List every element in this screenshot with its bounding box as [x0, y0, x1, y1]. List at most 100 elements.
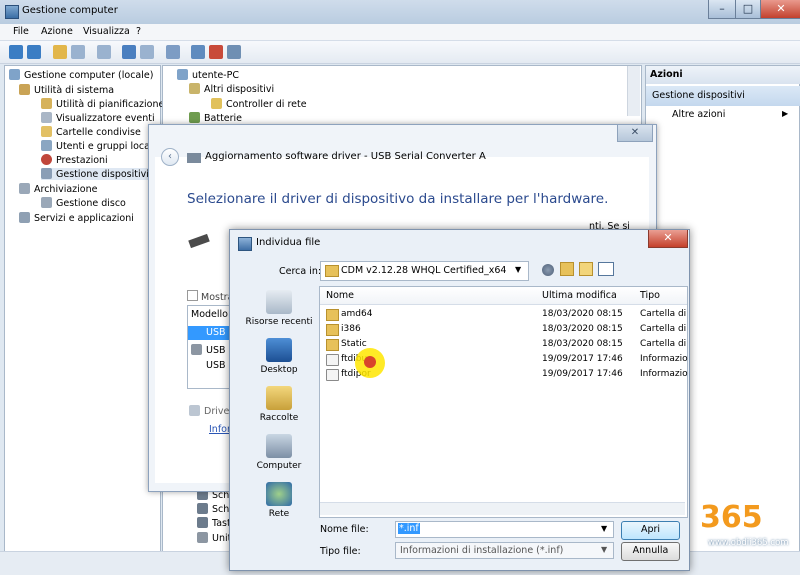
menu-help[interactable]: ? [136, 26, 141, 37]
shared-folder-icon [41, 126, 52, 137]
title-bar: Gestione computer – □ ✕ [0, 0, 800, 24]
keyboard-icon [197, 517, 208, 528]
users-icon [41, 140, 52, 151]
tree-item-shared-folders[interactable]: Cartelle condivise [41, 126, 141, 138]
menu-bar: File Azione Visualizza ? [0, 24, 800, 41]
place-desktop[interactable]: Desktop [238, 338, 320, 375]
close-button[interactable]: ✕ [760, 0, 800, 19]
properties-icon[interactable] [97, 45, 111, 59]
network-icon [266, 482, 292, 506]
click-indicator-icon [364, 356, 376, 368]
place-recent[interactable]: Risorse recenti [238, 290, 320, 327]
more-actions-item[interactable]: Altre azioni [672, 109, 725, 120]
horizontal-scrollbar[interactable] [320, 502, 685, 515]
menu-visualizza[interactable]: Visualizza [83, 26, 130, 37]
clock-icon [41, 98, 52, 109]
actions-device-manager[interactable]: Gestione dispositivi [646, 86, 800, 106]
navigation-tree: Gestione computer (locale) Utilità di si… [4, 65, 164, 552]
place-libraries[interactable]: Raccolte [238, 386, 320, 423]
maximize-button[interactable]: □ [735, 0, 761, 19]
chevron-down-icon: ▼ [515, 265, 522, 274]
tree-item-local-users[interactable]: Utenti e gruppi locali [41, 140, 155, 152]
device-tree-batteries[interactable]: Batterie [189, 112, 242, 124]
file-row[interactable]: i386 18/03/2020 08:15 Cartella di [320, 322, 687, 337]
logo-text: 365 [700, 500, 763, 535]
uninstall-icon[interactable] [209, 45, 223, 59]
file-row[interactable]: amd64 18/03/2020 08:15 Cartella di [320, 307, 687, 322]
file-name-label: Nome file: [320, 524, 369, 535]
up-folder-icon[interactable] [53, 45, 67, 59]
chevron-down-icon[interactable]: ▼ [601, 524, 607, 533]
tree-item-performance[interactable]: Prestazioni [41, 154, 108, 166]
tree-item-storage[interactable]: Archiviazione [19, 183, 97, 195]
tree-item-computer-management[interactable]: Gestione computer (locale) [9, 69, 153, 81]
help-icon[interactable] [122, 45, 136, 59]
device-icon [197, 503, 208, 514]
tree-item-device-manager[interactable]: Gestione dispositivi [41, 168, 149, 180]
file-name-value: *.inf [398, 523, 420, 534]
place-network[interactable]: Rete [238, 482, 320, 519]
cancel-button[interactable]: Annulla [621, 542, 680, 561]
performance-icon [41, 154, 52, 165]
device-tree-root[interactable]: utente-PC [177, 69, 239, 81]
inf-file-icon [326, 369, 339, 381]
column-modified[interactable]: Ultima modifica [542, 290, 617, 301]
wizard-close-button[interactable]: ✕ [617, 125, 653, 142]
device-tree-network-controller[interactable]: Controller di rete [211, 98, 307, 110]
folder-icon [326, 324, 339, 336]
desktop-icon [266, 338, 292, 362]
unknown-device-icon [189, 83, 200, 94]
tree-item-services-apps[interactable]: Servizi e applicazioni [19, 212, 134, 224]
back-arrow-icon[interactable]: ‹ [161, 148, 179, 166]
file-type-label: Tipo file: [320, 546, 361, 557]
scan-hardware-icon[interactable] [166, 45, 180, 59]
show-hide-tree-icon[interactable] [71, 45, 85, 59]
inf-file-icon [326, 354, 339, 366]
forward-arrow-icon[interactable] [27, 45, 41, 59]
place-computer[interactable]: Computer [238, 434, 320, 471]
tree-item-event-viewer[interactable]: Visualizzatore eventi [41, 112, 155, 124]
disable-device-icon[interactable] [227, 45, 241, 59]
model-header: Modello [191, 309, 228, 320]
file-type-select[interactable]: Informazioni di installazione (*.inf) ▼ [395, 542, 614, 559]
show-compatible-checkbox[interactable]: Mostra [187, 290, 233, 303]
toolbar [0, 41, 800, 64]
menu-azione[interactable]: Azione [41, 26, 73, 37]
model-item[interactable]: USB [206, 360, 226, 371]
dialog-close-button[interactable]: ✕ [648, 230, 688, 248]
device-tree-partial-item[interactable]: Tasti [197, 517, 233, 529]
views-menu-icon[interactable] [598, 262, 614, 276]
driver-signed-hint: Driver [189, 405, 233, 417]
actions-header: Azioni [646, 66, 800, 84]
column-name[interactable]: Nome [326, 290, 354, 301]
vertical-scrollbar[interactable] [627, 66, 640, 116]
column-type[interactable]: Tipo [640, 290, 660, 301]
new-folder-icon[interactable] [579, 262, 593, 276]
chevron-down-icon: ▼ [601, 545, 608, 554]
app-icon [5, 5, 19, 19]
drive-icon [197, 532, 208, 543]
battery-icon [189, 112, 200, 123]
storage-icon [19, 183, 30, 194]
back-icon[interactable] [542, 264, 554, 276]
look-in-select[interactable]: CDM v2.12.28 WHQL Certified_x64 ▼ [320, 261, 529, 281]
device-tree-other-devices[interactable]: Altri dispositivi [189, 83, 274, 95]
file-name-input[interactable]: *.inf ▼ [395, 521, 614, 538]
watermark-url: www.obdii365.com [708, 538, 789, 548]
libraries-icon [266, 386, 292, 410]
tree-item-system-tools[interactable]: Utilità di sistema [19, 84, 114, 96]
certificate-icon [189, 405, 200, 416]
action-pane-icon[interactable] [140, 45, 154, 59]
tree-item-task-scheduler[interactable]: Utilità di pianificazione [41, 98, 164, 110]
up-folder-icon[interactable] [560, 262, 574, 276]
computer-icon [266, 434, 292, 458]
update-driver-icon[interactable] [191, 45, 205, 59]
minimize-button[interactable]: – [708, 0, 736, 19]
model-item[interactable]: USB [191, 344, 226, 356]
menu-file[interactable]: File [13, 26, 29, 37]
usb-device-icon [191, 344, 202, 355]
computer-icon [177, 69, 188, 80]
back-arrow-icon[interactable] [9, 45, 23, 59]
tree-item-disk-management[interactable]: Gestione disco [41, 197, 126, 209]
open-button[interactable]: Apri [621, 521, 680, 540]
